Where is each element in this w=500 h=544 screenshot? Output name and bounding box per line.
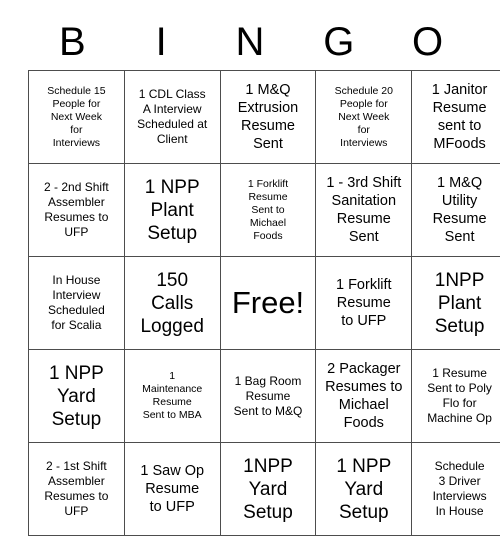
bingo-cell[interactable]: 1 Maintenance Resume Sent to MBA [123,349,221,443]
bingo-cell[interactable]: 2 - 1st Shift Assembler Resumes to UFP [28,442,125,536]
bingo-cell[interactable]: 2 - 2nd Shift Assembler Resumes to UFP [28,163,125,257]
bingo-cell-label: 2 - 2nd Shift Assembler Resumes to UFP [44,180,109,239]
bingo-cell[interactable]: 1 NPP Yard Setup [315,442,413,536]
bingo-cell-label: 1NPP Yard Setup [243,455,293,523]
bingo-cell-label: 1 Janitor Resume sent to MFoods [431,82,488,152]
bingo-cell-label: In House Interview Scheduled for Scalia [48,273,105,332]
bingo-header-row: B I N G O [28,14,472,70]
bingo-row: 1 NPP Yard Setup 1 Maintenance Resume Se… [28,349,500,443]
bingo-cell[interactable]: 1 CDL Class A Interview Scheduled at Cli… [123,70,221,164]
bingo-cell[interactable]: 1 Janitor Resume sent to MFoods [411,70,500,164]
bingo-cell-label: 1 CDL Class A Interview Scheduled at Cli… [137,87,208,146]
bingo-cell[interactable]: Schedule 15 People for Next Week for Int… [28,70,125,164]
bingo-cell[interactable]: 1 NPP Plant Setup [123,163,221,257]
bingo-row: 2 - 2nd Shift Assembler Resumes to UFP 1… [28,163,500,257]
bingo-cell-label: 1NPP Plant Setup [434,269,485,337]
bingo-row: In House Interview Scheduled for Scalia … [28,256,500,350]
bingo-cell-label: Schedule 3 Driver Interviews In House [432,459,487,518]
bingo-cell[interactable]: 2 Packager Resumes to Michael Foods [315,349,413,443]
bingo-cell[interactable]: 1 Forklift Resume Sent to Michael Foods [219,163,317,257]
bingo-header-letter-n: N [235,20,265,64]
bingo-cell-label: 1 Saw Op Resume to UFP [140,463,205,515]
bingo-cell-label: Schedule 20 People for Next Week for Int… [334,84,393,149]
bingo-cell-label: 1 NPP Yard Setup [48,362,104,430]
bingo-cell[interactable]: In House Interview Scheduled for Scalia [28,256,125,350]
bingo-cell-label: 1 M&Q Extrusion Resume Sent [237,82,299,152]
bingo-free-label: Free! [231,285,305,320]
bingo-header-letter-b: B [59,20,86,64]
bingo-cell-label: 150 Calls Logged [140,269,204,337]
bingo-cell[interactable]: Schedule 20 People for Next Week for Int… [315,70,413,164]
bingo-cell[interactable]: 1 Saw Op Resume to UFP [123,442,221,536]
bingo-cell[interactable]: 150 Calls Logged [123,256,221,350]
bingo-header-letter-i: I [155,20,167,64]
bingo-cell[interactable]: 1 Forklift Resume to UFP [315,256,413,350]
bingo-row: Schedule 15 People for Next Week for Int… [28,70,500,164]
bingo-grid: Schedule 15 People for Next Week for Int… [28,70,500,536]
bingo-cell-label: 1 Maintenance Resume Sent to MBA [142,370,203,421]
bingo-row: 2 - 1st Shift Assembler Resumes to UFP 1… [28,442,500,536]
bingo-cell[interactable]: 1 M&Q Extrusion Resume Sent [219,70,317,164]
bingo-cell-label: 1 Resume Sent to Poly Flo for Machine Op [427,366,492,425]
bingo-cell[interactable]: 1 NPP Yard Setup [28,349,125,443]
bingo-cell-label: 1 NPP Yard Setup [336,455,392,523]
bingo-cell[interactable]: 1NPP Yard Setup [219,442,317,536]
bingo-cell-free[interactable]: Free! [219,256,317,350]
bingo-cell-label: 1 Forklift Resume to UFP [335,277,392,329]
bingo-cell[interactable]: 1 Bag Room Resume Sent to M&Q [219,349,317,443]
bingo-cell-label: 2 Packager Resumes to Michael Foods [325,361,403,431]
bingo-cell[interactable]: 1 M&Q Utility Resume Sent [411,163,500,257]
bingo-cell[interactable]: 1 - 3rd Shift Sanitation Resume Sent [315,163,413,257]
bingo-cell[interactable]: Schedule 3 Driver Interviews In House [411,442,500,536]
bingo-cell-label: 1 - 3rd Shift Sanitation Resume Sent [326,175,402,245]
bingo-header-letter-g: G [323,20,355,64]
bingo-card: B I N G O Schedule 15 People for Next We… [28,14,500,536]
bingo-cell-label: 1 Bag Room Resume Sent to M&Q [233,373,303,418]
bingo-cell-label: 1 NPP Plant Setup [144,176,200,244]
bingo-cell[interactable]: 1 Resume Sent to Poly Flo for Machine Op [411,349,500,443]
bingo-cell[interactable]: 1NPP Plant Setup [411,256,500,350]
bingo-header-letter-o: O [412,20,444,64]
bingo-cell-label: Schedule 15 People for Next Week for Int… [47,84,106,149]
bingo-cell-label: 1 Forklift Resume Sent to Michael Foods [247,177,289,242]
bingo-cell-label: 1 M&Q Utility Resume Sent [432,175,487,245]
bingo-cell-label: 2 - 1st Shift Assembler Resumes to UFP [44,459,109,518]
